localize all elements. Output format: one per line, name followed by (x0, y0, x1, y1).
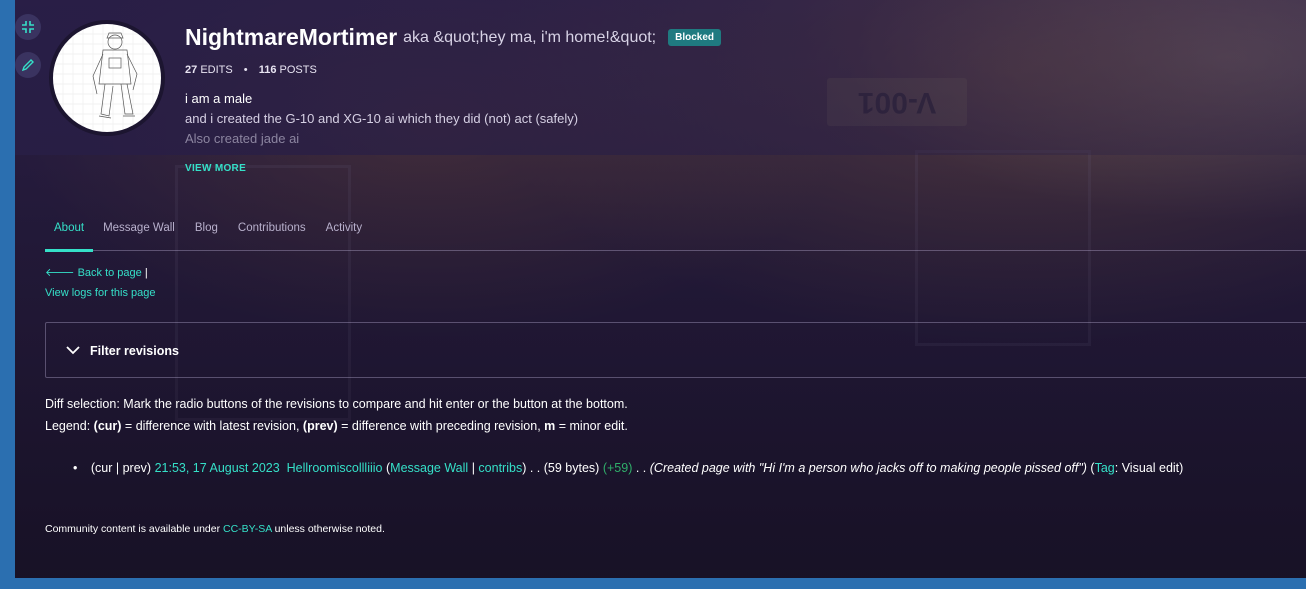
legend-prev: (prev) (302, 419, 338, 433)
diff-instructions: Diff selection: Mark the radio buttons o… (45, 393, 628, 437)
collapse-button[interactable] (15, 14, 41, 40)
username: NightmareMortimer (185, 24, 398, 50)
posts-label: POSTS (279, 64, 317, 76)
revision-user-link[interactable]: Hellroomiscollliiio (287, 461, 383, 475)
revision-delta: (+59) (602, 461, 633, 475)
dots: . . (529, 461, 541, 475)
filter-revisions-panel[interactable]: Filter revisions (45, 322, 1306, 378)
stats-separator: • (243, 64, 248, 76)
view-more-link[interactable]: VIEW MORE (185, 163, 246, 174)
legend-prefix: Legend: (45, 419, 94, 433)
license-footer: Community content is available under CC-… (45, 523, 385, 535)
message-wall-link[interactable]: Message Wall (390, 461, 468, 475)
pipe-separator: | (471, 461, 475, 475)
edits-label: EDITS (200, 64, 233, 76)
user-aka: aka &quot;hey ma, i'm home!&quot; (403, 28, 657, 46)
edit-profile-button[interactable] (15, 52, 41, 78)
legend-text: Legend: (cur) = difference with latest r… (45, 415, 628, 437)
tag-link[interactable]: Tag (1095, 461, 1115, 475)
revision-summary: (Created page with "Hi I'm a person who … (649, 461, 1087, 475)
tab-blog[interactable]: Blog (195, 214, 218, 249)
avatar-drawing (53, 24, 161, 132)
status-badge: Blocked (668, 29, 722, 46)
filter-revisions-label: Filter revisions (90, 344, 179, 358)
revision-timestamp-link[interactable]: 21:53, 17 August 2023 (155, 461, 280, 475)
profile-bio: i am a male and i created the G-10 and X… (185, 89, 578, 149)
tab-activity[interactable]: Activity (326, 214, 362, 249)
edit-pencil-icon (21, 59, 34, 72)
legend-prev-text: = difference with preceding revision, (337, 419, 545, 433)
view-logs-link[interactable]: View logs for this page (45, 283, 155, 303)
arrow-left-icon: 🡐 (45, 267, 75, 279)
cur-prev-label: (cur | prev) (90, 461, 152, 475)
revision-row: • (cur | prev) 21:53, 17 August 2023 Hel… (73, 461, 1183, 475)
revision-size: (59 bytes) (543, 461, 600, 475)
back-to-page-label: Back to page (77, 267, 142, 279)
page-links: 🡐 Back to page | View logs for this page (45, 263, 155, 303)
collapse-icon (22, 21, 34, 33)
avatar[interactable] (49, 20, 165, 136)
list-bullet: • (73, 461, 78, 475)
profile-tabs: About Message Wall Blog Contributions Ac… (45, 214, 1306, 252)
back-to-page-link[interactable]: 🡐 Back to page (45, 267, 145, 279)
legend-minor: m (544, 419, 556, 433)
paren-close: ) (522, 461, 527, 475)
tab-about[interactable]: About (45, 214, 94, 252)
dots: . . (635, 461, 647, 475)
side-toolbar (15, 14, 45, 90)
edits-count: 27 (185, 64, 198, 76)
bio-line: Also created jade ai (185, 131, 300, 146)
chevron-down-icon (66, 342, 80, 358)
bio-line: i am a male (185, 91, 253, 106)
license-link[interactable]: CC-BY-SA (223, 523, 272, 535)
tab-message-wall[interactable]: Message Wall (103, 214, 175, 249)
legend-cur: (cur) (93, 419, 122, 433)
legend-minor-text: = minor edit. (555, 419, 628, 433)
footer-prefix: Community content is available under (45, 523, 224, 535)
profile-title-row: NightmareMortimer aka &quot;hey ma, i'm … (185, 24, 722, 51)
posts-count: 116 (258, 64, 277, 76)
tag-value: : Visual edit) (1114, 461, 1184, 475)
diff-selection-text: Diff selection: Mark the radio buttons o… (45, 397, 628, 411)
legend-cur-text: = difference with latest revision, (121, 419, 303, 433)
profile-stats: 27 EDITS • 116 POSTS (185, 64, 317, 76)
bio-line: and i created the G-10 and XG-10 ai whic… (185, 111, 579, 126)
link-separator: | (144, 267, 148, 279)
contribs-link[interactable]: contribs (478, 461, 522, 475)
page-frame: V-001 (15, 0, 1306, 578)
tab-contributions[interactable]: Contributions (238, 214, 306, 249)
footer-suffix: unless otherwise noted. (271, 523, 385, 535)
